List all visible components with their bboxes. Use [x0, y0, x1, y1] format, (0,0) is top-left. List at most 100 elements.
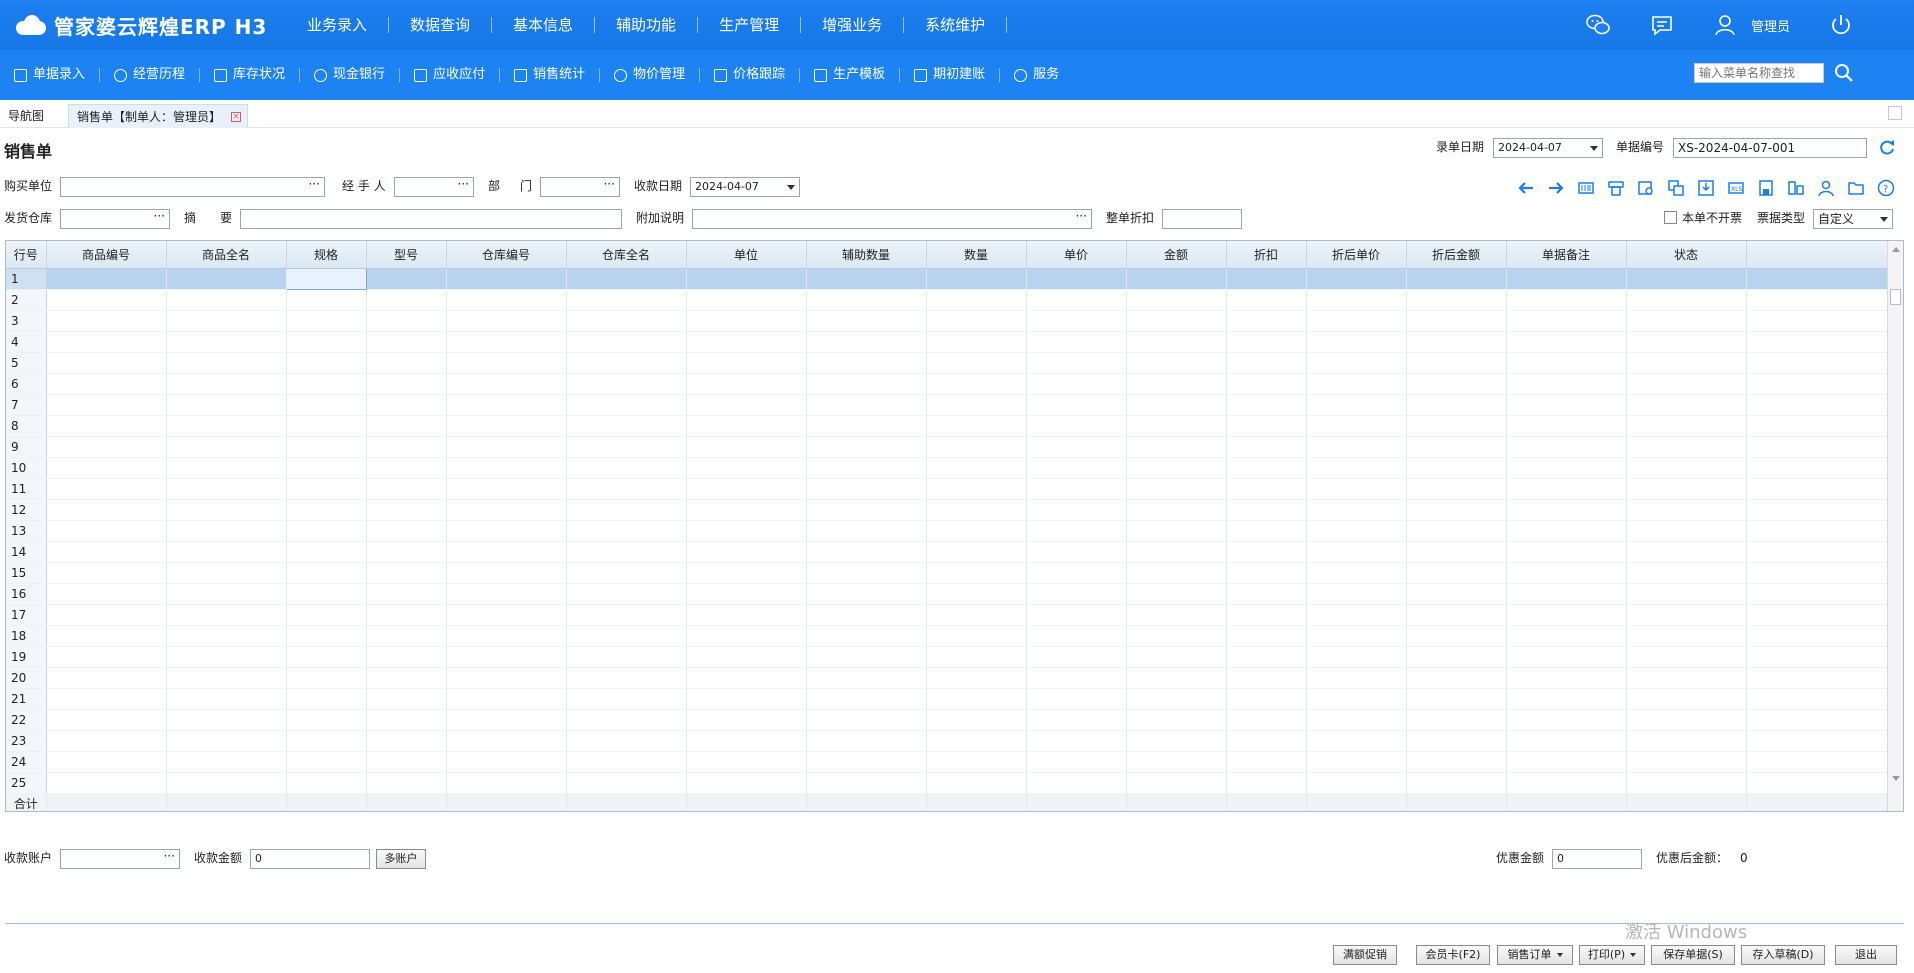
grid-cell[interactable]: [1026, 520, 1127, 542]
grid-cell[interactable]: [166, 583, 287, 605]
no-invoice-checkbox[interactable]: [1664, 211, 1677, 224]
grid-cell[interactable]: [1746, 625, 1889, 647]
grid-cell[interactable]: [1226, 499, 1307, 521]
grid-cell[interactable]: [566, 394, 687, 416]
grid-cell[interactable]: [1306, 499, 1407, 521]
grid-cell[interactable]: [1406, 541, 1507, 563]
grid-cell[interactable]: [686, 646, 807, 668]
grid-cell[interactable]: [566, 331, 687, 353]
grid-cell[interactable]: [166, 730, 287, 752]
grid-cell[interactable]: [1406, 436, 1507, 458]
grid-cell[interactable]: [1406, 310, 1507, 332]
top-menu-basic-info[interactable]: 基本信息: [492, 17, 596, 33]
grid-cell[interactable]: [286, 667, 367, 689]
grid-cell[interactable]: [1406, 373, 1507, 395]
grid-col-header[interactable]: 型号: [366, 241, 447, 269]
grid-cell[interactable]: [1406, 289, 1507, 311]
person-icon[interactable]: [1816, 178, 1836, 198]
grid-cell[interactable]: [1506, 415, 1627, 437]
grid-cell[interactable]: [166, 331, 287, 353]
grid-cell[interactable]: [1126, 289, 1227, 311]
grid-cell[interactable]: [1026, 751, 1127, 773]
grid-cell[interactable]: [1306, 625, 1407, 647]
grid-cell[interactable]: [366, 520, 447, 542]
grid-cell[interactable]: [166, 478, 287, 500]
refresh-icon[interactable]: [1878, 138, 1896, 156]
table-row[interactable]: 5: [6, 352, 1889, 374]
grid-cell[interactable]: [686, 394, 807, 416]
grid-cell[interactable]: [1406, 478, 1507, 500]
summary-field[interactable]: [240, 209, 622, 229]
grid-cell[interactable]: [446, 583, 567, 605]
grid-cell[interactable]: [1026, 373, 1127, 395]
tab-sales-order[interactable]: 销售单【制单人：管理员】 ×: [68, 104, 249, 128]
grid-cell[interactable]: [806, 772, 927, 794]
grid-cell[interactable]: [1026, 310, 1127, 332]
grid-cell[interactable]: [46, 646, 167, 668]
grid-cell[interactable]: [1026, 331, 1127, 353]
grid-cell[interactable]: [46, 499, 167, 521]
handler-field[interactable]: ···: [394, 177, 474, 197]
settings-doc-icon[interactable]: [1636, 178, 1656, 198]
grid-cell[interactable]: [366, 604, 447, 626]
grid-cell[interactable]: [1306, 289, 1407, 311]
grid-cell[interactable]: [806, 520, 927, 542]
grid-cell[interactable]: [46, 688, 167, 710]
grid-cell[interactable]: [1306, 310, 1407, 332]
tab-navigation[interactable]: 导航图: [0, 104, 52, 128]
account-field[interactable]: ···: [60, 849, 180, 869]
grid-cell[interactable]: [686, 688, 807, 710]
scroll-up-icon[interactable]: [1892, 247, 1900, 252]
grid-cell[interactable]: [926, 478, 1027, 500]
grid-cell[interactable]: [1126, 625, 1227, 647]
order-discount-field[interactable]: [1162, 209, 1242, 229]
grid-cell[interactable]: [1226, 541, 1307, 563]
grid-cell[interactable]: [446, 667, 567, 689]
exit-button[interactable]: 退出: [1835, 945, 1897, 965]
grid-cell[interactable]: [286, 688, 367, 710]
grid-cell[interactable]: [285, 267, 367, 290]
grid-cell[interactable]: [806, 709, 927, 731]
grid-cell[interactable]: [1226, 289, 1307, 311]
grid-cell[interactable]: [1226, 604, 1307, 626]
grid-cell[interactable]: [1406, 625, 1507, 647]
grid-cell[interactable]: [806, 289, 927, 311]
grid-cell[interactable]: [806, 499, 927, 521]
grid-cell[interactable]: [46, 289, 167, 311]
grid-cell[interactable]: [1306, 478, 1407, 500]
grid-col-header[interactable]: 行号: [6, 241, 47, 269]
grid-cell[interactable]: [1126, 688, 1227, 710]
grid-cell[interactable]: [46, 394, 167, 416]
grid-cell[interactable]: [1626, 709, 1747, 731]
grid-cell[interactable]: [1506, 520, 1627, 542]
grid-cell[interactable]: [1506, 457, 1627, 479]
power-icon[interactable]: [1828, 12, 1854, 38]
grid-cell[interactable]: [1126, 310, 1227, 332]
grid-cell[interactable]: [1306, 583, 1407, 605]
grid-col-header[interactable]: 仓库编号: [446, 241, 567, 269]
grid-cell[interactable]: [686, 541, 807, 563]
user-menu[interactable]: 管理员: [1713, 12, 1790, 38]
grid-cell[interactable]: [1126, 772, 1227, 794]
grid-cell[interactable]: [1126, 478, 1227, 500]
grid-col-header[interactable]: 单位: [686, 241, 807, 269]
grid-cell[interactable]: [806, 310, 927, 332]
grid-cell[interactable]: [446, 541, 567, 563]
grid-cell[interactable]: [926, 331, 1027, 353]
grid-cell[interactable]: [926, 352, 1027, 374]
grid-cell[interactable]: [166, 646, 287, 668]
grid-cell[interactable]: [1506, 604, 1627, 626]
grid-cell[interactable]: [1746, 457, 1889, 479]
grid-cell[interactable]: [46, 268, 167, 290]
grid-cell[interactable]: [46, 541, 167, 563]
grid-cell[interactable]: [166, 604, 287, 626]
grid-cell[interactable]: [1626, 625, 1747, 647]
grid-cell[interactable]: [1126, 520, 1227, 542]
toolbar-inventory-status[interactable]: 库存状况: [200, 68, 301, 82]
grid-cell[interactable]: [1626, 772, 1747, 794]
grid-cell[interactable]: [46, 373, 167, 395]
grid-cell[interactable]: [1026, 394, 1127, 416]
grid-cell[interactable]: [446, 625, 567, 647]
grid-cell[interactable]: [1126, 541, 1227, 563]
table-row[interactable]: 16: [6, 583, 1889, 605]
